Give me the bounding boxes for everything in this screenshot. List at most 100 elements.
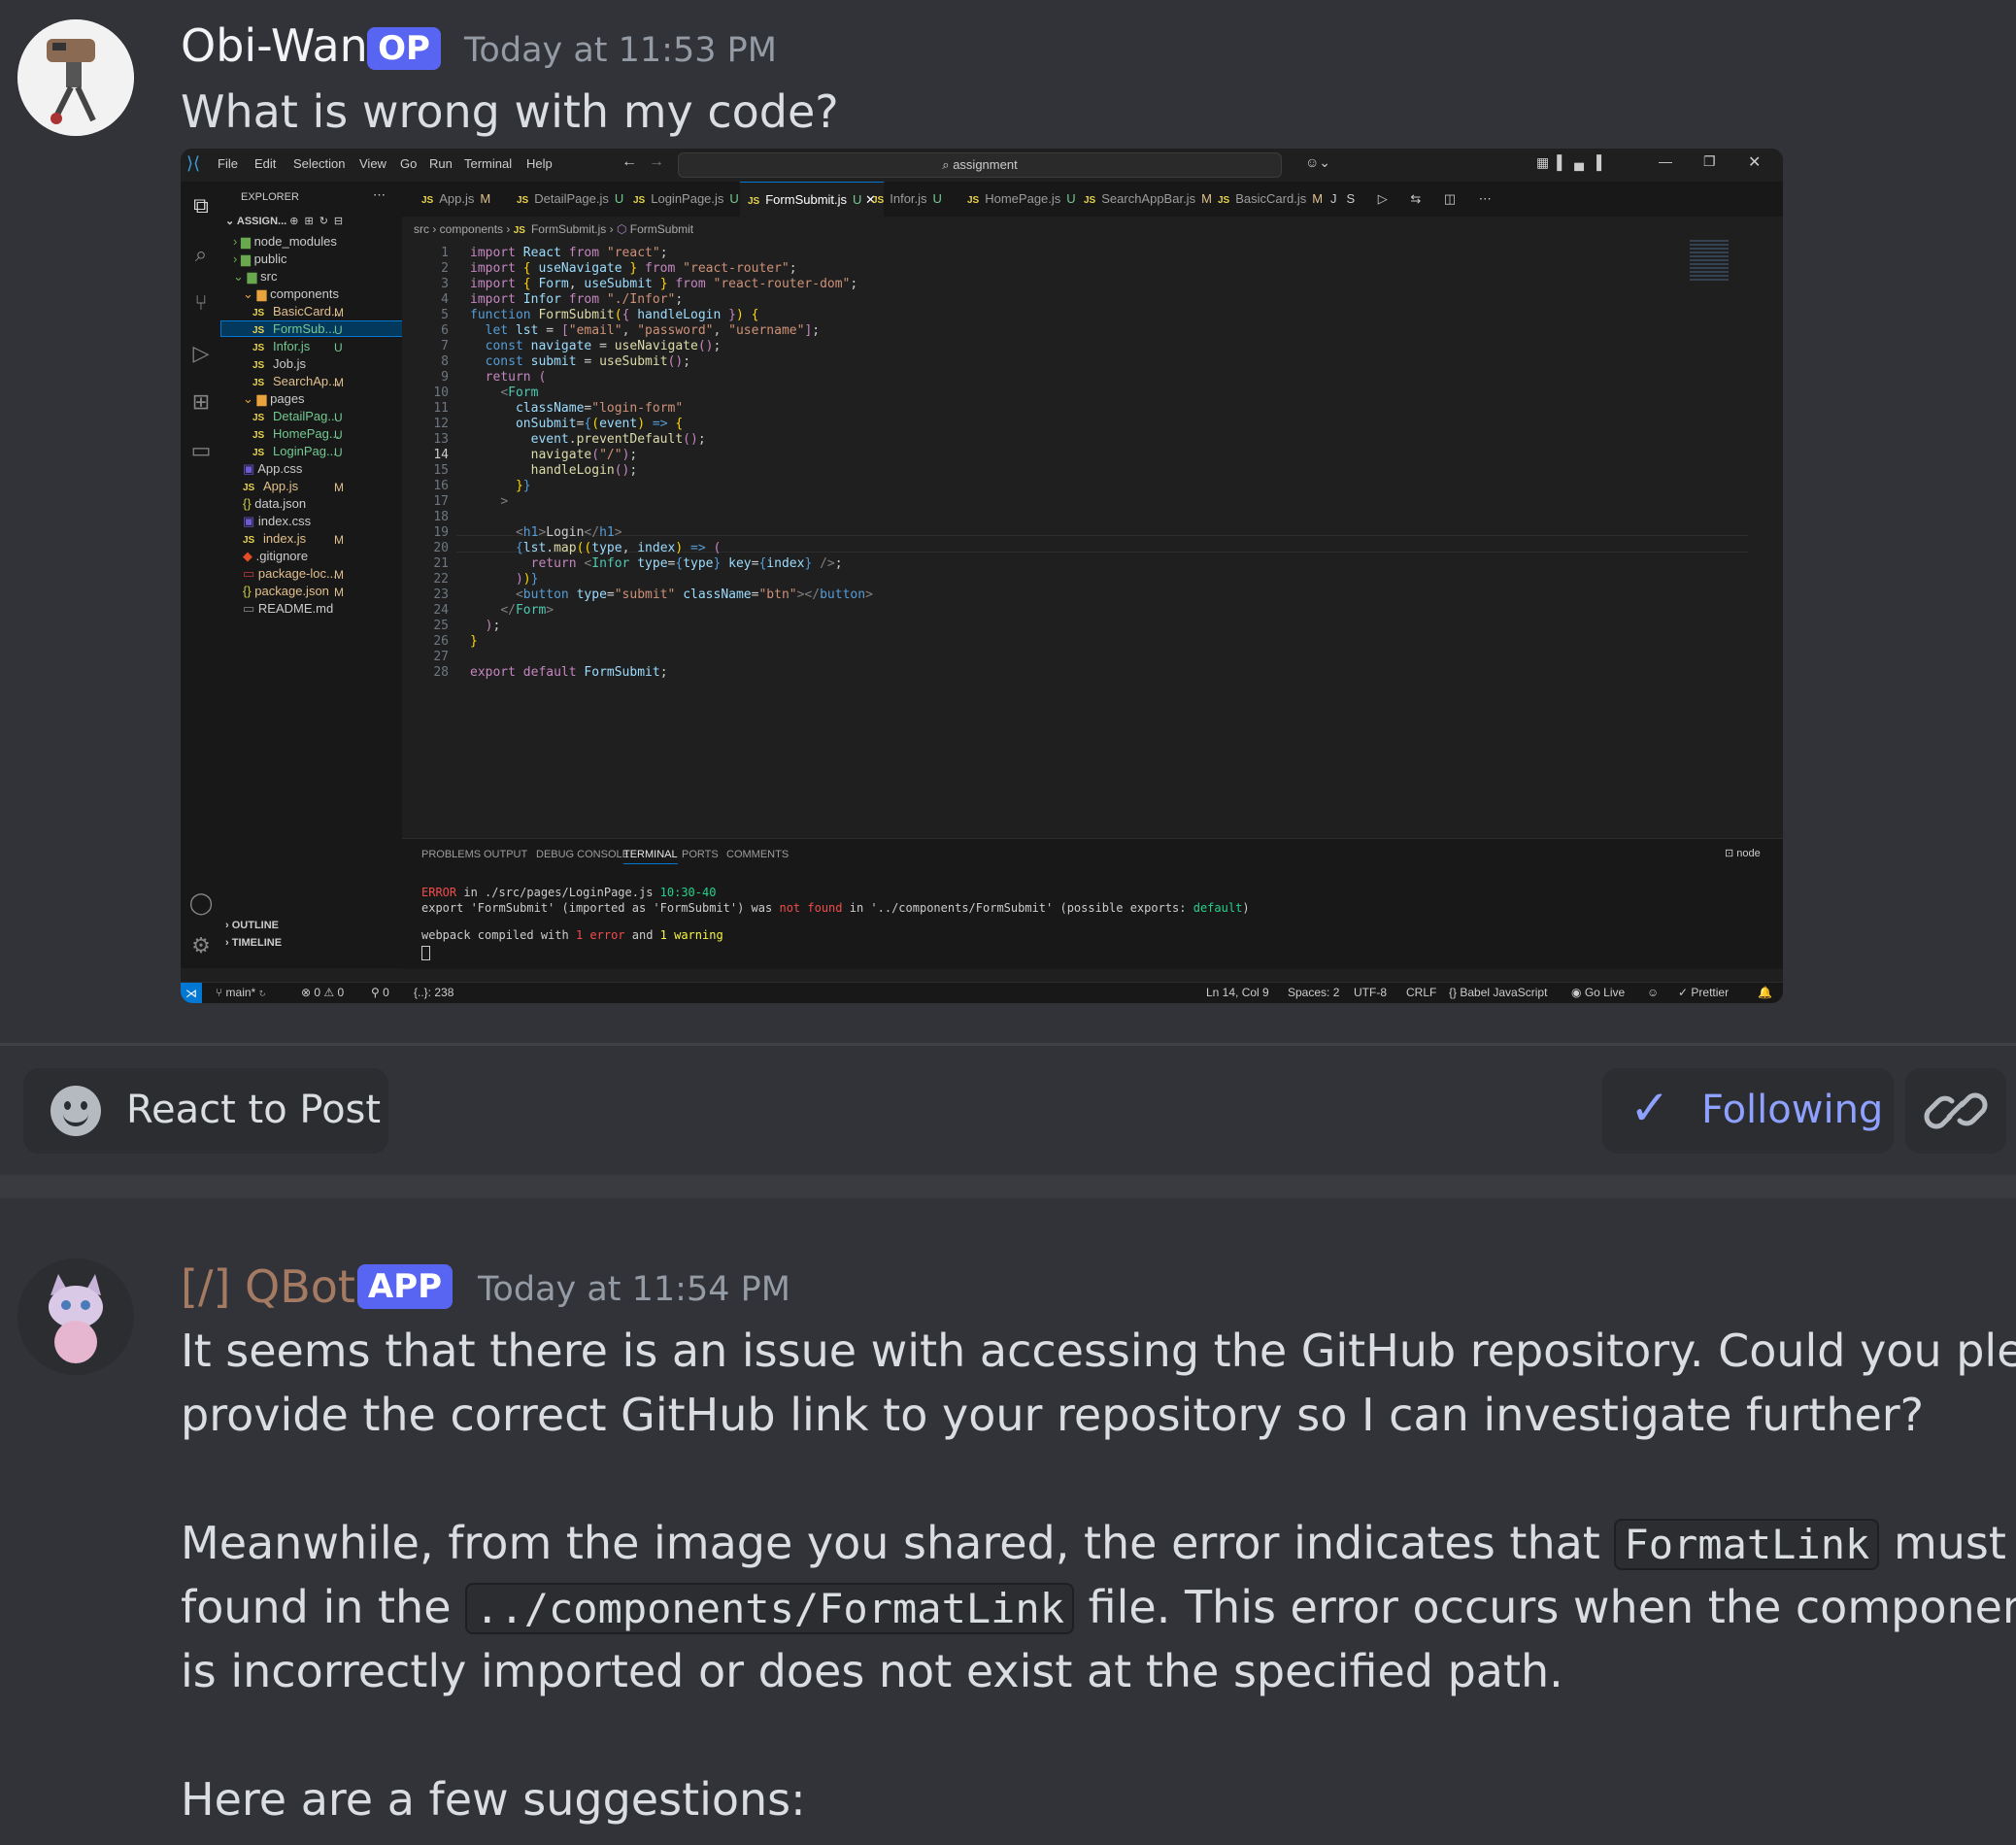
editor-tab[interactable]: JS FormSubmit.js U ✕ (740, 182, 884, 218)
run-debug-icon[interactable]: ▷ (188, 341, 214, 366)
code-screenshot[interactable]: ⟩⟨ File Edit Selection View Go Run Termi… (181, 149, 1783, 1003)
go-live[interactable]: ◉ Go Live (1571, 986, 1625, 999)
terminal-icon: ⊡ (1725, 848, 1737, 859)
breadcrumb-src[interactable]: src (414, 222, 429, 236)
line-ending[interactable]: CRLF (1406, 986, 1436, 999)
panel-tab[interactable]: COMMENTS (726, 849, 789, 860)
tree-item[interactable]: JS FormSub... (220, 320, 428, 337)
git-status: U (334, 428, 343, 442)
tree-item[interactable]: JS BasicCard... (252, 304, 342, 319)
following-button[interactable]: ✓ Following (1602, 1068, 1894, 1154)
tree-item[interactable]: JS DetailPag... (252, 409, 338, 423)
encoding[interactable]: UTF-8 (1354, 986, 1387, 999)
tree-item[interactable]: {} package.json (243, 584, 329, 598)
prettier[interactable]: ✓ Prettier (1678, 986, 1729, 999)
breadcrumb-components[interactable]: components (440, 222, 503, 236)
restore-icon[interactable]: ❐ (1703, 153, 1716, 170)
bot-name[interactable]: [/] QBot (181, 1260, 355, 1313)
notifications-bell-icon[interactable]: 🔔 (1758, 986, 1772, 999)
comments-icon[interactable]: ▭ (188, 438, 214, 463)
minimap[interactable] (1690, 240, 1729, 283)
robot-avatar-icon (17, 19, 134, 136)
terminal-shell[interactable]: ⊡ node (1725, 847, 1761, 859)
editor-tab[interactable]: JS HomePage.js U (967, 182, 1076, 217)
tree-item[interactable]: JS SearchAp... (252, 374, 339, 388)
menu-help[interactable]: Help (526, 156, 553, 171)
tree-item[interactable]: JS Infor.js (252, 339, 310, 353)
menu-view[interactable]: View (359, 156, 386, 171)
search-view-icon[interactable]: ⌕ (188, 242, 214, 267)
back-arrow-icon[interactable]: ← (622, 153, 637, 171)
editor-tab[interactable]: JS DetailPage.js U (517, 182, 623, 217)
tree-item[interactable]: ⌄ ▆ pages (243, 391, 305, 407)
copilot-icon[interactable]: ☺⌄ (1305, 154, 1330, 171)
editor-tab[interactable]: JS BasicCard.js M (1218, 182, 1323, 217)
menu-edit[interactable]: Edit (254, 156, 276, 171)
code-editor[interactable]: src › components › JS FormSubmit.js › ⬡ F… (402, 217, 1783, 838)
js-file-icon: JS (633, 195, 646, 206)
source-control-icon[interactable]: ⑂ (188, 290, 214, 316)
tree-item[interactable]: ▣ index.css (243, 514, 311, 529)
explorer-icon[interactable]: ⧉ (188, 193, 214, 218)
tree-item[interactable]: JS App.js (243, 479, 298, 493)
close-window-icon[interactable]: ✕ (1748, 152, 1761, 172)
breadcrumb-file[interactable]: FormSubmit.js (531, 222, 606, 236)
tree-item[interactable]: › ▆ node_modules (233, 234, 337, 250)
problems-count[interactable]: ⊗ 0 ⚠ 0 (301, 986, 344, 999)
tree-item[interactable]: JS LoginPag... (252, 444, 337, 458)
menu-file[interactable]: File (218, 156, 238, 171)
menu-selection[interactable]: Selection (293, 156, 345, 171)
forward-arrow-icon[interactable]: → (649, 153, 664, 171)
workspace-root[interactable]: ⌄ ASSIGN... ⊕⊞↻⊟ (225, 215, 349, 227)
command-center-search[interactable]: ⌕ assignment (678, 152, 1282, 178)
editor-tab[interactable]: JS SearchAppBar.js M (1084, 182, 1212, 217)
indent-setting[interactable]: Spaces: 2 (1288, 986, 1339, 999)
editor-tab[interactable]: JS Infor.js U (872, 182, 942, 217)
cursor-position[interactable]: Ln 14, Col 9 (1206, 986, 1269, 999)
author-avatar[interactable] (17, 19, 134, 136)
editor-tab[interactable]: JS LoginPage.js U (633, 182, 739, 217)
minimize-icon[interactable]: — (1659, 153, 1672, 169)
copilot-status-icon[interactable]: ☺ (1647, 986, 1659, 999)
editor-tab[interactable]: JS App.js M (421, 182, 490, 217)
panel-tab[interactable]: TERMINAL (623, 849, 678, 864)
explorer-actions-icons[interactable]: ⊕⊞↻⊟ (289, 216, 349, 227)
copy-link-button[interactable] (1905, 1068, 2006, 1154)
tree-item[interactable]: ⌄ ▆ src (233, 269, 277, 285)
ports-count[interactable]: ⚲ 0 (371, 986, 389, 999)
extensions-icon[interactable]: ⊞ (188, 389, 214, 415)
timeline-section[interactable]: › TIMELINE (225, 937, 282, 949)
tree-item[interactable]: JS Job.js (252, 356, 306, 371)
settings-gear-icon[interactable]: ⚙ (188, 933, 214, 958)
tree-item[interactable]: ◆ .gitignore (243, 549, 308, 564)
menu-terminal[interactable]: Terminal (464, 156, 512, 171)
tree-item[interactable]: JS HomePag... (252, 426, 340, 441)
tree-item-label: App.js (263, 479, 299, 493)
panel-tab[interactable]: PROBLEMS (421, 849, 481, 860)
tree-item[interactable]: JS index.js (243, 531, 306, 546)
panel-tab[interactable]: DEBUG CONSOLE (536, 849, 629, 860)
panel-tab[interactable]: PORTS (682, 849, 719, 860)
account-icon[interactable]: ◯ (188, 890, 214, 916)
breadcrumb-symbol[interactable]: FormSubmit (630, 222, 693, 236)
explorer-more-icon[interactable]: ⋯ (373, 187, 386, 203)
react-to-post-button[interactable]: React to Post (23, 1068, 388, 1154)
tree-item[interactable]: › ▆ public (233, 252, 287, 267)
menu-run[interactable]: Run (429, 156, 453, 171)
tree-item[interactable]: ▣ App.css (243, 461, 302, 477)
language-mode[interactable]: {} Babel JavaScript (1449, 986, 1547, 999)
author-name[interactable]: Obi-Wan (181, 19, 368, 72)
tree-item[interactable]: ▭ README.md (243, 601, 333, 617)
remote-indicator-icon[interactable]: ⋊ (181, 983, 202, 1003)
tree-item[interactable]: ▭ package-loc... (243, 566, 337, 582)
bot-avatar[interactable] (17, 1258, 134, 1375)
git-branch[interactable]: ⑂ main* ↻ (216, 986, 266, 999)
panel-tab[interactable]: OUTPUT (484, 849, 527, 860)
layout-icons[interactable]: ▦▌▄▐ (1536, 154, 1609, 171)
menu-go[interactable]: Go (400, 156, 417, 171)
editor-actions-icons[interactable]: JS ▷ ⇆ ◫ ⋯ (1330, 182, 1501, 217)
braces-count[interactable]: {..}: 238 (414, 986, 454, 999)
outline-section[interactable]: › OUTLINE (225, 920, 279, 931)
tree-item[interactable]: ⌄ ▆ components (243, 286, 339, 302)
tree-item[interactable]: {} data.json (243, 496, 306, 511)
